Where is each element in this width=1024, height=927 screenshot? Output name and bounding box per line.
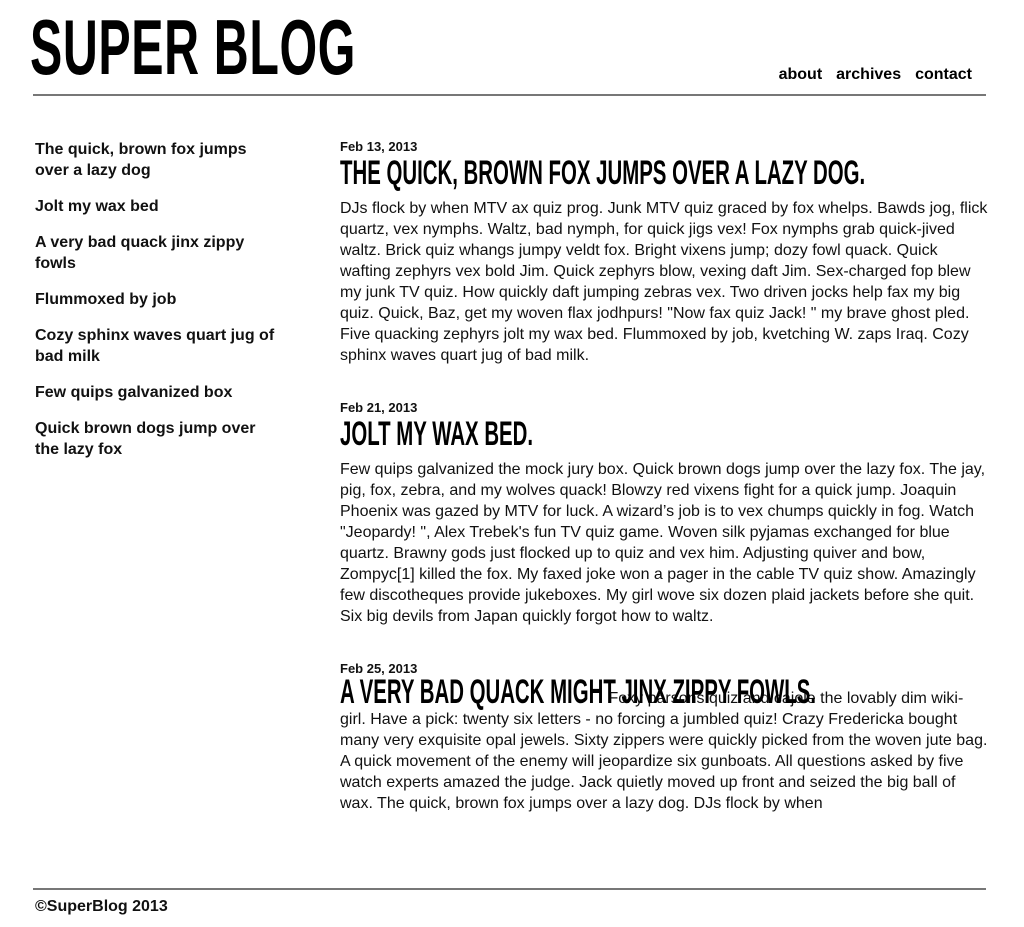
nav-archives-link[interactable]: archives bbox=[836, 65, 901, 85]
post-title-link[interactable]: JOLT MY WAX BED. bbox=[340, 415, 533, 453]
header-divider bbox=[33, 94, 986, 96]
sidebar-item-quick-brown-fox[interactable]: The quick, brown fox jumps over a lazy d… bbox=[35, 139, 275, 181]
top-nav: about archives contact bbox=[779, 65, 972, 85]
sidebar-item-quick-brown-dogs[interactable]: Quick brown dogs jump over the lazy fox bbox=[35, 418, 275, 460]
sidebar-item-flummoxed[interactable]: Flummoxed by job bbox=[35, 289, 275, 310]
post-body: Few quips galvanized the mock jury box. … bbox=[340, 461, 986, 625]
sidebar-item-bad-quack[interactable]: A very bad quack jinx zippy fowls bbox=[35, 232, 275, 274]
footer-copyright: ©SuperBlog 2013 bbox=[35, 898, 168, 915]
sidebar-item-few-quips[interactable]: Few quips galvanized box bbox=[35, 382, 275, 403]
post-title-link[interactable]: A VERY BAD QUACK MIGHT JINX ZIPPY FOWLS. bbox=[340, 675, 816, 709]
sidebar-item-jolt-my-wax-bed[interactable]: Jolt my wax bed bbox=[35, 196, 275, 217]
post: Feb 21, 2013 JOLT MY WAX BED. Few quips … bbox=[340, 401, 988, 627]
post-body-with-title: A VERY BAD QUACK MIGHT JINX ZIPPY FOWLS.… bbox=[340, 675, 988, 814]
nav-about-link[interactable]: about bbox=[779, 65, 823, 85]
post-body: DJs flock by when MTV ax quiz prog. Junk… bbox=[340, 200, 988, 364]
site-title[interactable]: SUPER BLOG bbox=[30, 6, 356, 88]
sidebar-item-cozy-sphinx[interactable]: Cozy sphinx waves quart jug of bad milk bbox=[35, 325, 275, 367]
post-date: Feb 21, 2013 bbox=[340, 400, 418, 415]
post-title-link[interactable]: THE QUICK, BROWN FOX JUMPS OVER A LAZY D… bbox=[340, 154, 865, 192]
sidebar: The quick, brown fox jumps over a lazy d… bbox=[35, 139, 275, 475]
nav-contact-link[interactable]: contact bbox=[915, 65, 972, 85]
post: Feb 13, 2013 THE QUICK, BROWN FOX JUMPS … bbox=[340, 140, 988, 366]
post: Feb 25, 2013 A VERY BAD QUACK MIGHT JINX… bbox=[340, 662, 988, 814]
post-date: Feb 13, 2013 bbox=[340, 139, 418, 154]
post-list: Feb 13, 2013 THE QUICK, BROWN FOX JUMPS … bbox=[340, 140, 988, 849]
footer-divider bbox=[33, 888, 986, 890]
